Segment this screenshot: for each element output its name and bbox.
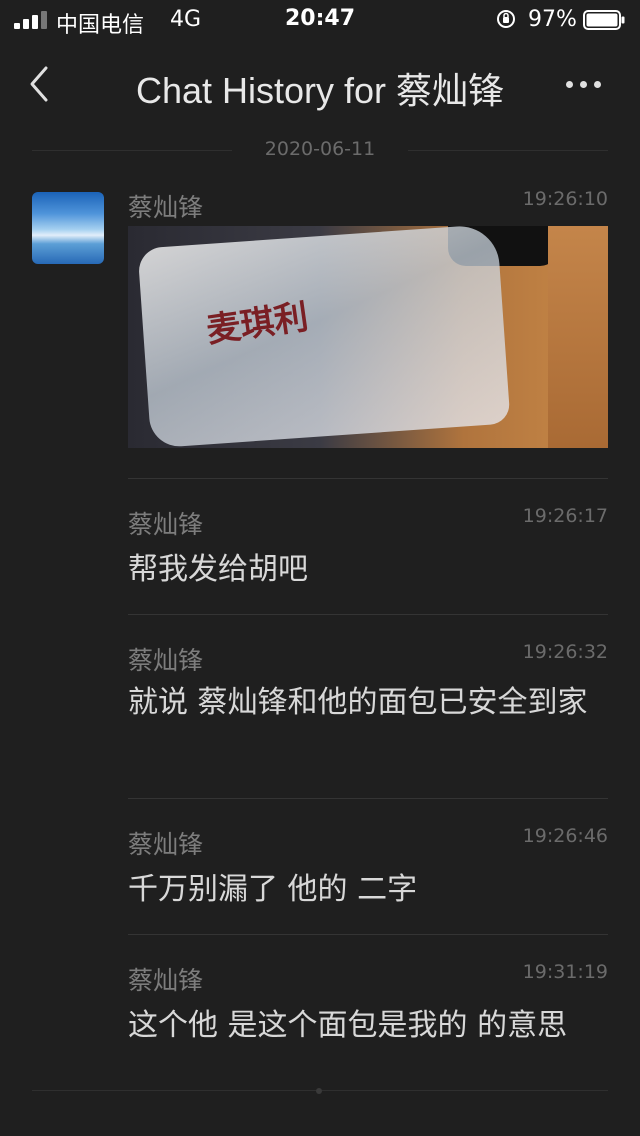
navigation-bar: Chat History for 蔡灿锋 bbox=[0, 40, 640, 130]
message-item: 蔡灿锋 19:26:17 帮我发给胡吧 bbox=[128, 505, 608, 595]
sender-name: 蔡灿锋 bbox=[128, 830, 204, 859]
message-text[interactable]: 帮我发给胡吧 bbox=[128, 549, 600, 591]
page-title: Chat History for 蔡灿锋 bbox=[135, 70, 505, 111]
message-timestamp: 19:26:32 bbox=[522, 641, 608, 663]
message-item: 蔡灿锋 19:26:46 千万别漏了 他的 二字 bbox=[128, 825, 608, 915]
more-horizontal-icon bbox=[566, 81, 573, 88]
message-item: 蔡灿锋 19:26:10 麦琪利 bbox=[128, 188, 608, 450]
battery-icon bbox=[583, 10, 625, 30]
message-timestamp: 19:26:46 bbox=[522, 825, 608, 847]
avatar[interactable] bbox=[32, 192, 104, 264]
message-separator bbox=[128, 614, 608, 615]
message-text[interactable]: 千万别漏了 他的 二字 bbox=[128, 869, 600, 911]
date-label: 2020-06-11 bbox=[264, 138, 376, 160]
date-divider: 2020-06-11 bbox=[32, 136, 608, 166]
message-photo[interactable]: 麦琪利 bbox=[128, 226, 608, 448]
message-text[interactable]: 就说 蔡灿锋和他的面包已安全到家 bbox=[128, 675, 600, 731]
status-bar: 中国电信 4G 20:47 97% bbox=[0, 0, 640, 40]
battery-percentage: 97% bbox=[528, 7, 577, 32]
message-text[interactable]: 这个他 是这个面包是我的 的意思 bbox=[128, 1005, 600, 1047]
more-options-button[interactable] bbox=[556, 66, 612, 102]
message-timestamp: 19:26:10 bbox=[522, 188, 608, 210]
chat-history-screen: 中国电信 4G 20:47 97% Chat History for 蔡灿锋 2… bbox=[0, 0, 640, 1136]
rotation-lock-icon bbox=[497, 10, 515, 28]
sender-name: 蔡灿锋 bbox=[128, 966, 204, 995]
message-item: 蔡灿锋 19:26:32 就说 蔡灿锋和他的面包已安全到家 bbox=[128, 641, 608, 781]
chevron-left-icon bbox=[30, 66, 48, 102]
message-separator bbox=[128, 934, 608, 935]
message-item: 蔡灿锋 19:31:19 这个他 是这个面包是我的 的意思 bbox=[128, 961, 608, 1051]
message-separator bbox=[128, 798, 608, 799]
end-of-list-dot bbox=[316, 1088, 322, 1094]
message-timestamp: 19:26:17 bbox=[522, 505, 608, 527]
message-timestamp: 19:31:19 bbox=[522, 961, 608, 983]
message-separator bbox=[128, 478, 608, 479]
sender-name: 蔡灿锋 bbox=[128, 193, 204, 222]
sender-name: 蔡灿锋 bbox=[128, 646, 204, 675]
sender-name: 蔡灿锋 bbox=[128, 510, 204, 539]
back-button[interactable] bbox=[22, 62, 66, 106]
